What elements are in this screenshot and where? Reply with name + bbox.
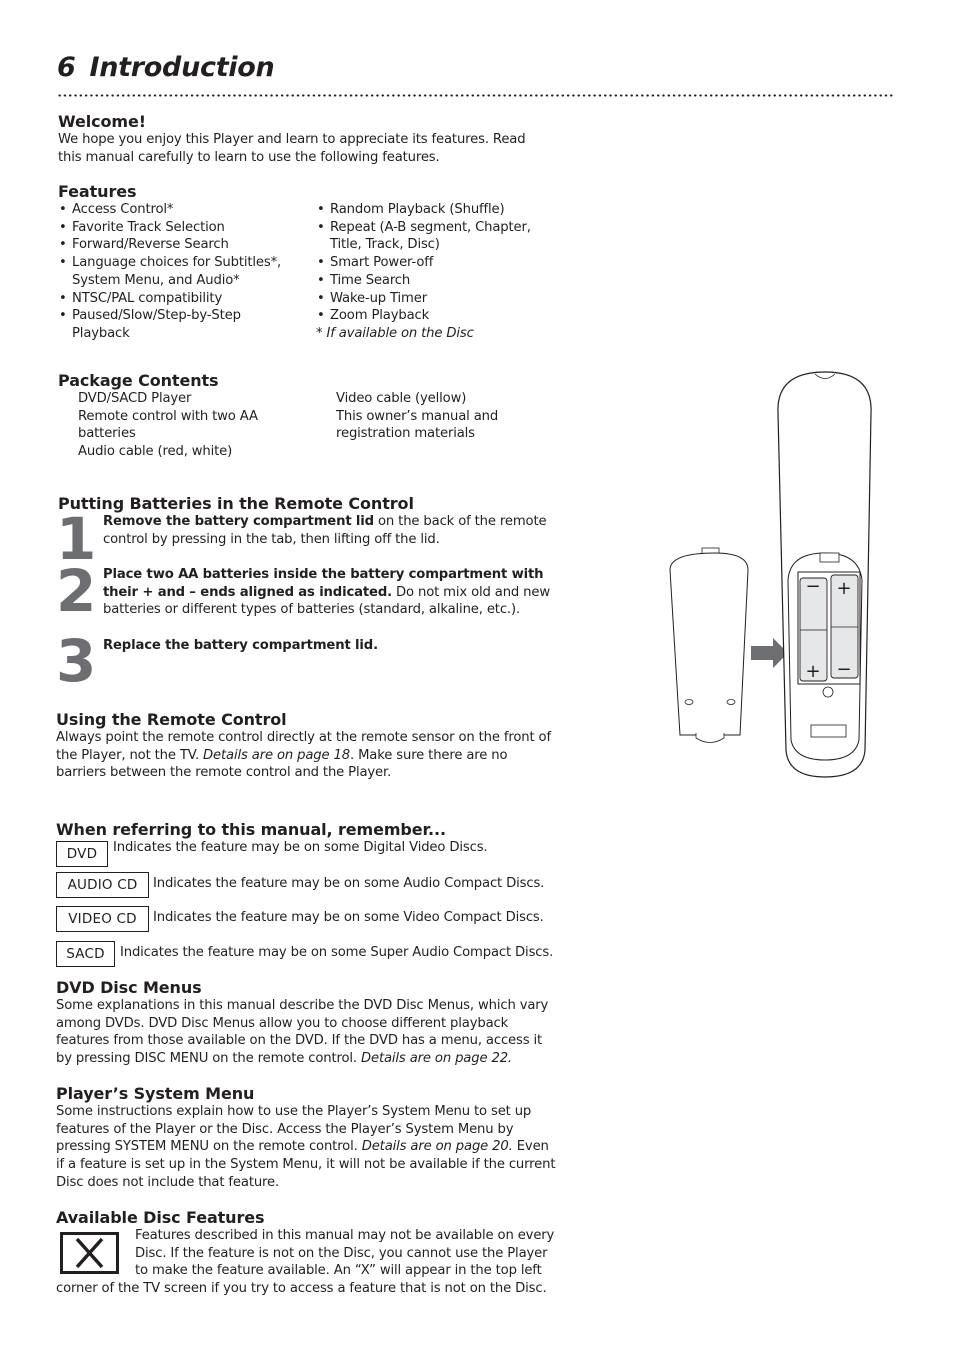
battery-lid-illustration <box>669 547 749 743</box>
feature-item: Wake-up Timer <box>316 290 556 308</box>
feature-item: Favorite Track Selection <box>58 219 298 237</box>
step-number: 2 <box>56 557 96 625</box>
step-text: Remove the battery compartment lid on th… <box>103 513 553 548</box>
step-number: 3 <box>56 627 96 695</box>
body-text: Features described in this manual may no… <box>56 1228 555 1297</box>
disc-tag-video-cd: VIDEO CD <box>56 906 149 932</box>
using-remote-heading: Using the Remote Control <box>56 710 287 729</box>
dotted-divider <box>57 94 895 97</box>
page-number: 6 <box>57 52 76 83</box>
package-heading: Package Contents <box>58 371 219 390</box>
page-reference: Details are on page 20. <box>361 1139 513 1155</box>
feature-item: Language choices for Subtitles*, System … <box>58 254 298 289</box>
minus-symbol: − <box>836 659 851 680</box>
referring-heading-wrap: When referring to this manual, remember.… <box>56 821 446 839</box>
disc-menus-body: Some explanations in this manual describ… <box>56 997 556 1068</box>
system-menu-heading: Player’s System Menu <box>56 1084 255 1103</box>
system-menu-section: Player’s System Menu Some instructions e… <box>56 1085 558 1192</box>
x-icon <box>60 1232 119 1274</box>
using-remote-section: Using the Remote Control Always point th… <box>56 711 556 782</box>
disc-tag-dvd: DVD <box>56 841 108 867</box>
package-item: DVD/SACD Player <box>78 391 192 406</box>
feature-item: Access Control* <box>58 201 298 219</box>
batteries-heading-wrap: Putting Batteries in the Remote Control <box>58 495 414 513</box>
minus-symbol: − <box>805 576 820 597</box>
disc-tag-description: Indicates the feature may be on some Dig… <box>113 840 488 855</box>
page-title: 6 Introduction <box>57 52 275 83</box>
page-reference: Details are on page 22. <box>360 1051 512 1067</box>
feature-item: Forward/Reverse Search <box>58 236 298 254</box>
feature-item: Time Search <box>316 272 556 290</box>
package-item: This owner’s manual and registration mat… <box>336 408 499 442</box>
disc-tag-description: Indicates the feature may be on some Aud… <box>153 876 545 891</box>
feature-item: Smart Power-off <box>316 254 556 272</box>
package-section: Package Contents DVD/SACD Player Remote … <box>58 372 558 460</box>
step-text: Replace the battery compartment lid. <box>103 637 553 655</box>
disc-menus-heading: DVD Disc Menus <box>56 978 202 997</box>
step-bold-text: Remove the battery compartment lid <box>103 514 374 529</box>
step-bold-text: Replace the battery compartment lid. <box>103 638 378 653</box>
available-section: Available Disc Features Features describ… <box>56 1209 558 1298</box>
disc-tag-audio-cd: AUDIO CD <box>56 872 149 898</box>
features-section: Features Access Control* Favorite Track … <box>58 183 558 361</box>
features-footnote: * If available on the Disc <box>316 325 474 341</box>
feature-item: Zoom Playback <box>316 307 556 325</box>
disc-tag-sacd: SACD <box>56 941 115 967</box>
feature-item: Paused/Slow/Step-by-Step Playback <box>58 307 272 342</box>
plus-symbol: + <box>836 578 851 599</box>
available-heading: Available Disc Features <box>56 1208 265 1227</box>
package-item: Remote control with two AA batteries <box>78 408 258 442</box>
available-body: Features described in this manual may no… <box>56 1227 558 1298</box>
package-item: Audio cable (red, white) <box>78 444 233 460</box>
batteries-heading: Putting Batteries in the Remote Control <box>58 494 414 513</box>
welcome-heading: Welcome! <box>58 112 146 131</box>
welcome-line: this manual carefully to learn to use th… <box>58 149 440 165</box>
package-list-right: Video cable (yellow) This owner’s manual… <box>336 390 516 443</box>
welcome-line: We hope you enjoy this Player and learn … <box>58 132 526 147</box>
remote-body-illustration: − + + − <box>777 371 872 778</box>
features-list-left: Access Control* Favorite Track Selection… <box>58 201 298 343</box>
step-text: Place two AA batteries inside the batter… <box>103 566 553 619</box>
feature-item: Repeat (A-B segment, Chapter, Title, Tra… <box>316 219 556 254</box>
system-menu-body: Some instructions explain how to use the… <box>56 1103 558 1192</box>
welcome-section: Welcome! We hope you enjoy this Player a… <box>58 113 558 166</box>
features-heading: Features <box>58 182 137 201</box>
features-list-right: Random Playback (Shuffle) Repeat (A-B se… <box>316 201 556 343</box>
using-remote-body: Always point the remote control directly… <box>56 729 556 782</box>
disc-tag-description: Indicates the feature may be on some Sup… <box>120 945 554 960</box>
page-title-text: Introduction <box>89 52 275 83</box>
plus-symbol: + <box>805 661 820 682</box>
welcome-body: We hope you enjoy this Player and learn … <box>58 131 558 166</box>
remote-battery-illustration: − + + − <box>669 371 872 778</box>
disc-menus-section: DVD Disc Menus Some explanations in this… <box>56 979 556 1068</box>
package-item: Video cable (yellow) <box>336 391 467 406</box>
feature-item: NTSC/PAL compatibility <box>58 290 298 308</box>
page-reference: Details are on page 18 <box>203 747 350 763</box>
disc-tag-description: Indicates the feature may be on some Vid… <box>153 910 544 925</box>
arrow-icon <box>751 638 788 668</box>
feature-item: Random Playback (Shuffle) <box>316 201 556 219</box>
package-list-left: DVD/SACD Player Remote control with two … <box>78 390 278 461</box>
referring-heading: When referring to this manual, remember.… <box>56 820 446 839</box>
